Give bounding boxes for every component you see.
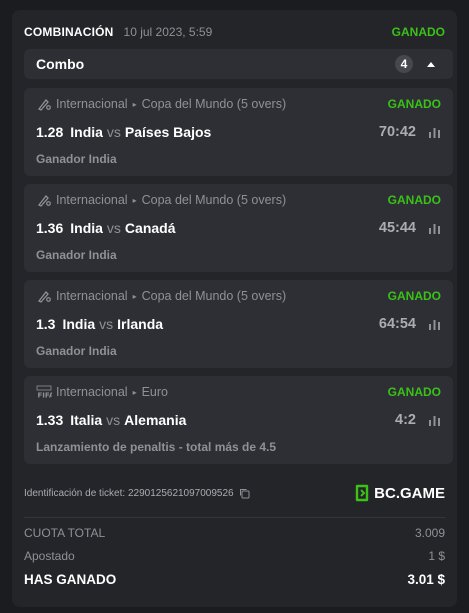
- away-team: Irlanda: [117, 316, 164, 332]
- breadcrumb-chevron-icon: ▸: [132, 387, 137, 397]
- bet-odds: 1.36: [36, 220, 64, 236]
- bet-category: Internacional: [56, 289, 128, 303]
- stats-icon[interactable]: [428, 414, 441, 427]
- bet-selection: Lanzamiento de penaltis - total más de 4…: [36, 440, 277, 454]
- combo-toggle[interactable]: Combo 4: [24, 49, 453, 79]
- bc-game-logo-icon: [354, 484, 370, 502]
- payout-row: HAS GANADO 3.01 $: [24, 572, 445, 587]
- bet-status: GANADO: [387, 97, 441, 111]
- bet-selection: Ganador India: [36, 152, 117, 166]
- selection-count-badge: 4: [395, 55, 413, 73]
- brand-name: BC.GAME: [374, 484, 445, 502]
- match-score: 45:44: [378, 220, 416, 236]
- bet-item: FIFA Internacional ▸ Euro GANADO 1.33 It…: [24, 376, 453, 464]
- ticket-id: Identificación de ticket: 22901256210970…: [24, 488, 250, 499]
- bet-category: Internacional: [56, 385, 128, 399]
- bet-selection: Ganador India: [36, 248, 117, 262]
- bet-category: Internacional: [56, 97, 128, 111]
- bet-odds: 1.28: [36, 124, 64, 140]
- breadcrumb-chevron-icon: ▸: [132, 195, 137, 205]
- bet-date: 10 jul 2023, 5:59: [123, 25, 213, 39]
- bet-league: Copa del Mundo (5 overs): [141, 193, 287, 207]
- stats-icon[interactable]: [428, 318, 441, 331]
- vs-label: vs: [106, 220, 121, 236]
- breadcrumb-chevron-icon: ▸: [132, 291, 137, 301]
- match-score: 4:2: [395, 412, 416, 428]
- bet-selection: Ganador India: [36, 344, 117, 358]
- vs-label: vs: [106, 412, 121, 428]
- copy-icon[interactable]: [239, 488, 250, 499]
- bet-odds: 1.3: [36, 316, 56, 332]
- bet-league: Copa del Mundo (5 overs): [141, 97, 287, 111]
- staked-row: Apostado 1 $: [24, 549, 445, 563]
- bet-type: COMBINACIÓN: [24, 25, 114, 39]
- penalty-fifa-icon: FIFA: [36, 385, 52, 399]
- bet-item: Internacional ▸ Copa del Mundo (5 overs)…: [24, 88, 453, 176]
- total-odds-label: CUOTA TOTAL: [24, 526, 106, 540]
- payout-label: HAS GANADO: [24, 572, 117, 587]
- brand-logo: BC.GAME: [354, 484, 445, 502]
- ticket-status-badge: GANADO: [391, 25, 445, 39]
- bet-league: Euro: [141, 385, 168, 399]
- match-score: 64:54: [378, 316, 416, 332]
- vs-label: vs: [106, 124, 121, 140]
- combo-label: Combo: [36, 56, 85, 72]
- staked-label: Apostado: [24, 549, 75, 563]
- home-team: India: [62, 316, 96, 332]
- home-team: India: [70, 220, 103, 236]
- cricket-icon: [36, 193, 52, 207]
- stats-icon[interactable]: [428, 222, 441, 235]
- ticket-id-text: Identificación de ticket: 22901256210970…: [24, 488, 234, 499]
- total-odds-value: 3.009: [414, 526, 445, 540]
- vs-label: vs: [99, 316, 114, 332]
- cricket-icon: [36, 97, 52, 111]
- divider: [24, 517, 445, 518]
- home-team: India: [70, 124, 103, 140]
- cricket-icon: [36, 289, 52, 303]
- payout-value: 3.01 $: [407, 572, 445, 587]
- breadcrumb-chevron-icon: ▸: [132, 99, 137, 109]
- bet-status: GANADO: [387, 385, 441, 399]
- staked-value: 1 $: [428, 549, 445, 563]
- total-odds-row: CUOTA TOTAL 3.009: [24, 526, 445, 540]
- away-team: Canadá: [124, 220, 176, 236]
- away-team: Países Bajos: [124, 124, 212, 140]
- away-team: Alemania: [124, 412, 187, 428]
- bet-status: GANADO: [387, 193, 441, 207]
- bet-item: Internacional ▸ Copa del Mundo (5 overs)…: [24, 184, 453, 272]
- stats-icon[interactable]: [428, 126, 441, 139]
- bet-ticket: COMBINACIÓN 10 jul 2023, 5:59 GANADO Com…: [12, 10, 457, 607]
- bet-status: GANADO: [387, 289, 441, 303]
- home-team: Italia: [70, 412, 103, 428]
- bet-odds: 1.33: [36, 412, 64, 428]
- chevron-up-icon[interactable]: [427, 61, 435, 67]
- match-score: 70:42: [378, 124, 416, 140]
- svg-text:FIFA: FIFA: [38, 392, 53, 400]
- bet-item: Internacional ▸ Copa del Mundo (5 overs)…: [24, 280, 453, 368]
- bet-league: Copa del Mundo (5 overs): [141, 289, 287, 303]
- ticket-header: COMBINACIÓN 10 jul 2023, 5:59 GANADO: [24, 24, 445, 40]
- bet-category: Internacional: [56, 193, 128, 207]
